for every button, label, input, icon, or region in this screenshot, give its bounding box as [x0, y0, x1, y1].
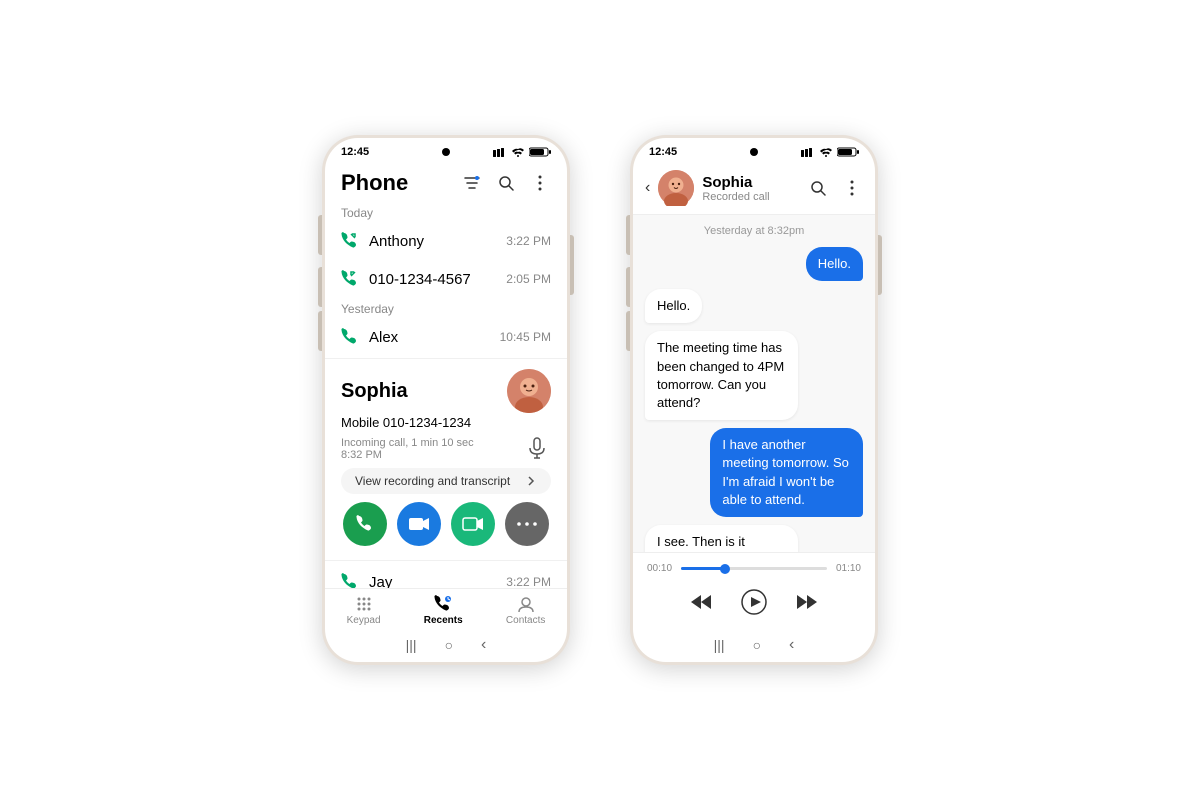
- msg-another-meeting-sent: I have another meeting tomorrow. So I'm …: [710, 428, 863, 517]
- call-time-anthony: 3:22 PM: [506, 234, 551, 248]
- call-time-alex: 10:45 PM: [500, 330, 551, 344]
- call-name-alex: Alex: [369, 329, 490, 346]
- more-icon[interactable]: [529, 172, 551, 194]
- rewind-button[interactable]: [690, 593, 712, 611]
- android-menu-btn-2[interactable]: |||: [714, 637, 725, 653]
- call-incoming-icon-2: [341, 270, 359, 288]
- microphone-icon: [523, 434, 551, 462]
- status-bar-2: 12:45: [633, 138, 875, 162]
- msg-hello-received-text: Hello.: [657, 298, 690, 313]
- android-home-btn-2[interactable]: ○: [753, 637, 761, 653]
- status-bar-1: 12:45: [325, 138, 567, 162]
- search-icon[interactable]: [495, 172, 517, 194]
- phone-1: 12:45 Phone: [322, 135, 570, 665]
- android-nav-2: ||| ○ ‹: [633, 630, 875, 662]
- fast-forward-button[interactable]: [796, 593, 818, 611]
- sophia-call-time: 8:32 PM: [341, 449, 474, 461]
- chat-recorded-status: Recorded call: [702, 191, 799, 203]
- msg-another-meeting-text: I have another meeting tomorrow. So I'm …: [722, 437, 848, 507]
- sophia-expanded-card[interactable]: Sophia: [325, 358, 567, 561]
- camera-dot-2: [750, 148, 758, 156]
- recents-icon: [434, 595, 452, 613]
- section-yesterday: Yesterday: [325, 298, 567, 318]
- call-item-anthony[interactable]: Anthony 3:22 PM: [325, 222, 567, 260]
- msg-hello-received: Hello.: [645, 289, 702, 323]
- chat-search-icon[interactable]: [807, 177, 829, 199]
- meet-button[interactable]: [451, 502, 495, 546]
- date-label: Yesterday at 8:32pm: [645, 225, 863, 237]
- call-name-anthony: Anthony: [369, 233, 496, 250]
- status-icons-2: [801, 147, 859, 157]
- status-icons-1: [493, 147, 551, 157]
- nav-contacts-label: Contacts: [506, 615, 545, 626]
- more-options-button[interactable]: [505, 502, 549, 546]
- android-back-btn-2[interactable]: ‹: [789, 636, 794, 654]
- play-button[interactable]: [736, 584, 772, 620]
- time-2: 12:45: [649, 146, 677, 158]
- progress-thumb: [720, 564, 730, 574]
- sophia-avatar: [507, 369, 551, 413]
- view-recording-button[interactable]: View recording and transcript: [341, 468, 551, 494]
- nav-keypad-label: Keypad: [347, 615, 381, 626]
- chat-messages: Yesterday at 8:32pm Hello. Hello. The me…: [633, 215, 875, 552]
- bottom-nav: Keypad Recents Contacts: [325, 588, 567, 630]
- call-time-jay: 3:22 PM: [506, 575, 551, 588]
- time-1: 12:45: [341, 146, 369, 158]
- nav-recents[interactable]: Recents: [424, 595, 463, 626]
- sophia-number: Mobile 010-1234-1234: [341, 415, 551, 430]
- call-item-unknown[interactable]: 010-1234-4567 2:05 PM: [325, 260, 567, 298]
- sophia-name: Sophia: [341, 380, 408, 403]
- call-incoming-icon-3: [341, 328, 359, 346]
- contacts-icon: [517, 595, 535, 613]
- progress-bar[interactable]: [681, 567, 827, 570]
- audio-controls: [647, 580, 861, 624]
- call-incoming-icon-1: [341, 232, 359, 250]
- sophia-call-detail: Incoming call, 1 min 10 sec: [341, 437, 474, 449]
- call-item-alex[interactable]: Alex 10:45 PM: [325, 318, 567, 356]
- video-call-button[interactable]: [397, 502, 441, 546]
- audio-progress-bar: 00:10 01:10: [647, 563, 861, 574]
- android-home-btn-1[interactable]: ○: [445, 637, 453, 653]
- msg-hello-sent-text: Hello.: [818, 256, 851, 271]
- sophia-action-buttons: [341, 502, 551, 546]
- msg-10am-text: I see. Then is it possible at 10AM?: [657, 534, 764, 552]
- audio-current-time: 00:10: [647, 563, 675, 574]
- msg-meeting-text: The meeting time has been changed to 4PM…: [657, 340, 784, 410]
- audio-player: 00:10 01:10: [633, 552, 875, 630]
- nav-contacts[interactable]: Contacts: [506, 595, 545, 626]
- call-button[interactable]: [343, 502, 387, 546]
- call-time-unknown: 2:05 PM: [506, 272, 551, 286]
- page-title: Phone: [341, 170, 408, 196]
- call-name-jay: Jay: [369, 574, 496, 589]
- android-back-btn-1[interactable]: ‹: [481, 636, 486, 654]
- filter-icon[interactable]: [461, 172, 483, 194]
- msg-10am-received: I see. Then is it possible at 10AM?: [645, 525, 798, 552]
- chat-contact-name: Sophia: [702, 174, 799, 191]
- chat-contact-info: Sophia Recorded call: [702, 174, 799, 203]
- call-item-jay[interactable]: Jay 3:22 PM: [325, 563, 567, 588]
- section-today: Today: [325, 202, 567, 222]
- chat-header: ‹ Sophia Recorded call: [633, 162, 875, 215]
- phone-2: 12:45 ‹: [630, 135, 878, 665]
- android-menu-btn-1[interactable]: |||: [406, 637, 417, 653]
- call-name-unknown: 010-1234-4567: [369, 271, 496, 288]
- msg-meeting-received: The meeting time has been changed to 4PM…: [645, 331, 798, 420]
- nav-keypad[interactable]: Keypad: [347, 595, 381, 626]
- nav-recents-label: Recents: [424, 615, 463, 626]
- android-nav-1: ||| ○ ‹: [325, 630, 567, 662]
- chat-contact-avatar: [658, 170, 694, 206]
- msg-hello-sent: Hello.: [806, 247, 863, 281]
- progress-fill: [681, 567, 725, 570]
- header-icons: [461, 172, 551, 194]
- view-recording-label: View recording and transcript: [355, 474, 510, 488]
- camera-dot-1: [442, 148, 450, 156]
- back-button[interactable]: ‹: [645, 179, 650, 197]
- call-incoming-icon-4: [341, 573, 359, 588]
- audio-total-time: 01:10: [833, 563, 861, 574]
- chat-more-icon[interactable]: [841, 177, 863, 199]
- chat-header-icons: [807, 177, 863, 199]
- keypad-icon: [355, 595, 373, 613]
- phone-app-header: Phone: [325, 162, 567, 202]
